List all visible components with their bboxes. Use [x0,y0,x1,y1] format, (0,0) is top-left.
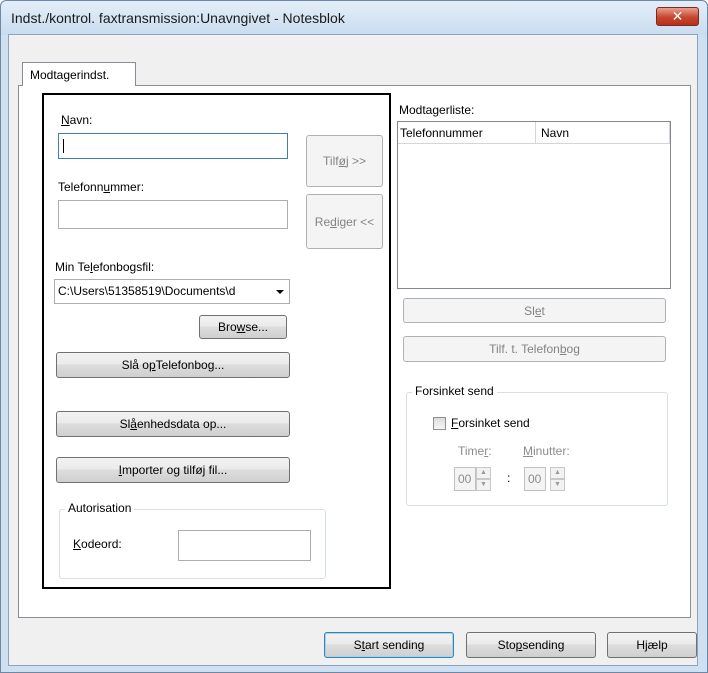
chevron-down-icon[interactable] [276,290,284,294]
lookup-phonebook-button[interactable]: Slå op Telefonbog... [56,352,290,378]
authorisation-group-title: Autorisation [65,501,135,515]
add-button[interactable]: Tilf ø j >> [306,135,383,187]
minutes-down-arrow-icon[interactable]: ▼ [550,479,565,491]
recipient-list-label: Modtagerliste: [399,103,475,117]
name-label: Navn: [61,113,93,127]
password-label: Kodeord: [73,537,122,551]
phonebook-file-value: C:\Users\51358519\Documents\d [58,284,236,298]
delayed-send-checkbox-label[interactable]: Forsinket send [451,416,530,430]
phone-label: Telefonnummer: [58,180,145,194]
window-title: Indst./kontrol. faxtransmission:Unavngiv… [11,10,345,26]
separator [57,395,291,396]
start-sending-button[interactable]: St art sending [324,632,454,658]
tab-recipient-settings[interactable]: Modtagerindst. [22,62,136,86]
minutes-label: Minutter: [523,444,570,458]
recipient-list[interactable]: Telefonnummer Navn [397,121,671,289]
phone-input[interactable] [58,200,288,229]
separator [57,246,291,247]
hours-label: Timer: [458,444,492,458]
browse-button[interactable]: Bro w se... [199,315,287,339]
password-input[interactable] [178,530,311,561]
hours-field[interactable]: 00 [454,467,476,491]
delayed-send-group-title: Forsinket send [412,384,497,398]
import-add-file-button[interactable]: Importer og tilføj fil... [56,457,290,483]
name-input[interactable] [58,133,288,159]
delete-button[interactable]: Sl e t [403,298,666,323]
text-caret [63,139,64,153]
hours-up-arrow-icon[interactable]: ▲ [476,467,491,479]
delayed-send-checkbox[interactable] [433,417,446,430]
title-bar: Indst./kontrol. faxtransmission:Unavngiv… [1,1,707,35]
minutes-field[interactable]: 00 [524,467,546,491]
column-header-phone[interactable]: Telefonnummer [398,122,536,144]
time-separator: : [507,471,511,485]
column-header-name[interactable]: Navn [536,122,670,144]
stop-sending-button[interactable]: Sto p sending [466,632,596,658]
minutes-up-arrow-icon[interactable]: ▲ [550,467,565,479]
edit-button[interactable]: Re d iger << [306,194,383,249]
lookup-device-data-button[interactable]: Sl å enhedsdata op... [56,411,290,437]
phonebook-file-label: Min Telefonbogsfil: [55,260,155,274]
phonebook-file-select[interactable]: C:\Users\51358519\Documents\d [54,279,290,304]
help-button[interactable]: Hjælp [607,632,697,658]
hours-down-arrow-icon[interactable]: ▼ [476,479,491,491]
add-to-phonebook-button[interactable]: Tilf. t. Telefon b og [403,336,666,362]
close-button[interactable]: ✕ [656,7,699,26]
